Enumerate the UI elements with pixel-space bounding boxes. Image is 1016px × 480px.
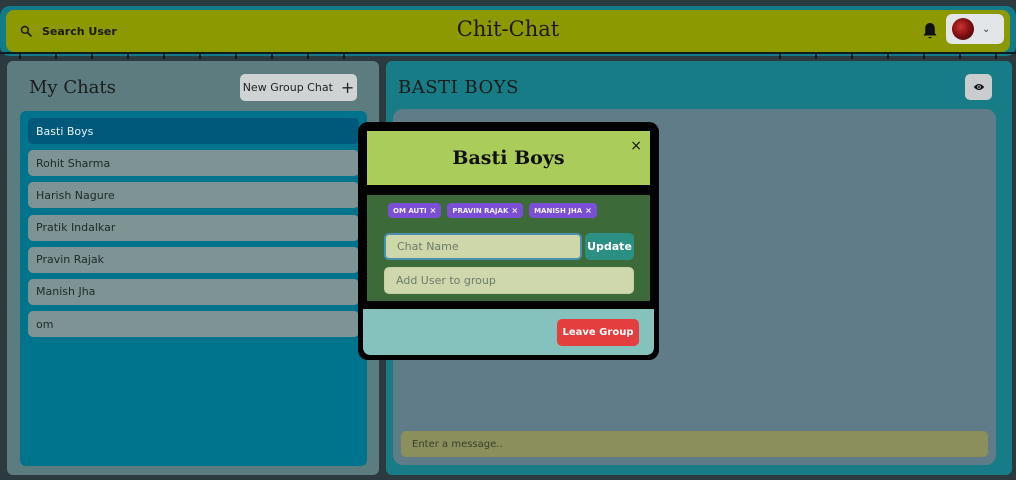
modal-title: Basti Boys <box>452 147 565 169</box>
leave-group-button[interactable]: Leave Group <box>557 319 639 346</box>
avatar <box>952 18 974 40</box>
chat-item-harish-nagure[interactable]: Harish Nagure <box>28 182 359 209</box>
chat-item-label: Pratik Indalkar <box>36 221 116 235</box>
member-badge-label: pravin rajak <box>452 206 509 215</box>
update-button[interactable]: Update <box>585 233 634 260</box>
my-chats-panel: My Chats New Group Chat + Basti Boys Roh… <box>7 61 379 475</box>
chat-item-basti-boys[interactable]: Basti Boys <box>28 118 359 144</box>
top-bar-inner: Search User Chit-Chat ⌄ <box>6 10 1010 52</box>
chevron-down-icon: ⌄ <box>982 23 991 35</box>
chat-list: Basti Boys Rohit Sharma Harish Nagure Pr… <box>20 111 367 466</box>
chat-item-pratik-indalkar[interactable]: Pratik Indalkar <box>28 214 359 241</box>
member-badges: om auti × pravin rajak × manish jha × <box>388 203 597 218</box>
chat-item-label: Pravin Rajak <box>36 253 105 267</box>
add-user-input[interactable] <box>384 267 634 294</box>
modal-content: Basti Boys × om auti × pravin rajak × ma… <box>363 127 654 355</box>
chat-item-rohit-sharma[interactable]: Rohit Sharma <box>28 150 359 177</box>
chat-item-om[interactable]: om <box>28 311 359 338</box>
chat-item-label: om <box>36 317 54 331</box>
group-settings-modal: Basti Boys × om auti × pravin rajak × ma… <box>358 122 659 360</box>
new-group-chat-label: New Group Chat <box>242 81 333 94</box>
close-icon[interactable]: × <box>630 138 642 154</box>
chat-name-input[interactable] <box>384 233 582 260</box>
message-input[interactable] <box>401 431 988 457</box>
plus-icon: + <box>340 77 355 97</box>
member-badge-label: om auti <box>393 206 427 215</box>
chat-item-label: Basti Boys <box>36 124 94 138</box>
member-badge: manish jha × <box>529 203 597 218</box>
remove-member-icon[interactable]: × <box>430 206 437 215</box>
new-group-chat-button[interactable]: New Group Chat + <box>240 74 357 101</box>
chat-item-manish-jha[interactable]: Manish Jha <box>28 278 359 305</box>
member-badge: om auti × <box>388 203 442 218</box>
app-title: Chit-Chat <box>456 17 560 41</box>
modal-footer: Leave Group <box>363 309 654 355</box>
my-chats-title: My Chats <box>29 77 116 98</box>
chat-title: BASTI BOYS <box>398 77 519 98</box>
chat-item-pravin-rajak[interactable]: Pravin Rajak <box>28 246 359 273</box>
member-badge-label: manish jha <box>534 206 583 215</box>
header-tick-strip <box>0 52 1016 59</box>
member-badge: pravin rajak × <box>447 203 524 218</box>
chat-item-label: Harish Nagure <box>36 188 115 202</box>
view-group-button[interactable] <box>965 74 992 100</box>
profile-menu-button[interactable]: ⌄ <box>946 14 1004 44</box>
top-bar: Search User Chit-Chat ⌄ <box>0 6 1016 56</box>
eye-icon <box>973 84 984 90</box>
remove-member-icon[interactable]: × <box>511 206 518 215</box>
remove-member-icon[interactable]: × <box>585 206 592 215</box>
chat-item-label: Rohit Sharma <box>36 156 111 170</box>
chat-item-label: Manish Jha <box>36 285 96 299</box>
modal-body: om auti × pravin rajak × manish jha × Up… <box>367 195 650 301</box>
modal-header: Basti Boys × <box>367 131 650 185</box>
bell-icon[interactable] <box>922 22 938 40</box>
